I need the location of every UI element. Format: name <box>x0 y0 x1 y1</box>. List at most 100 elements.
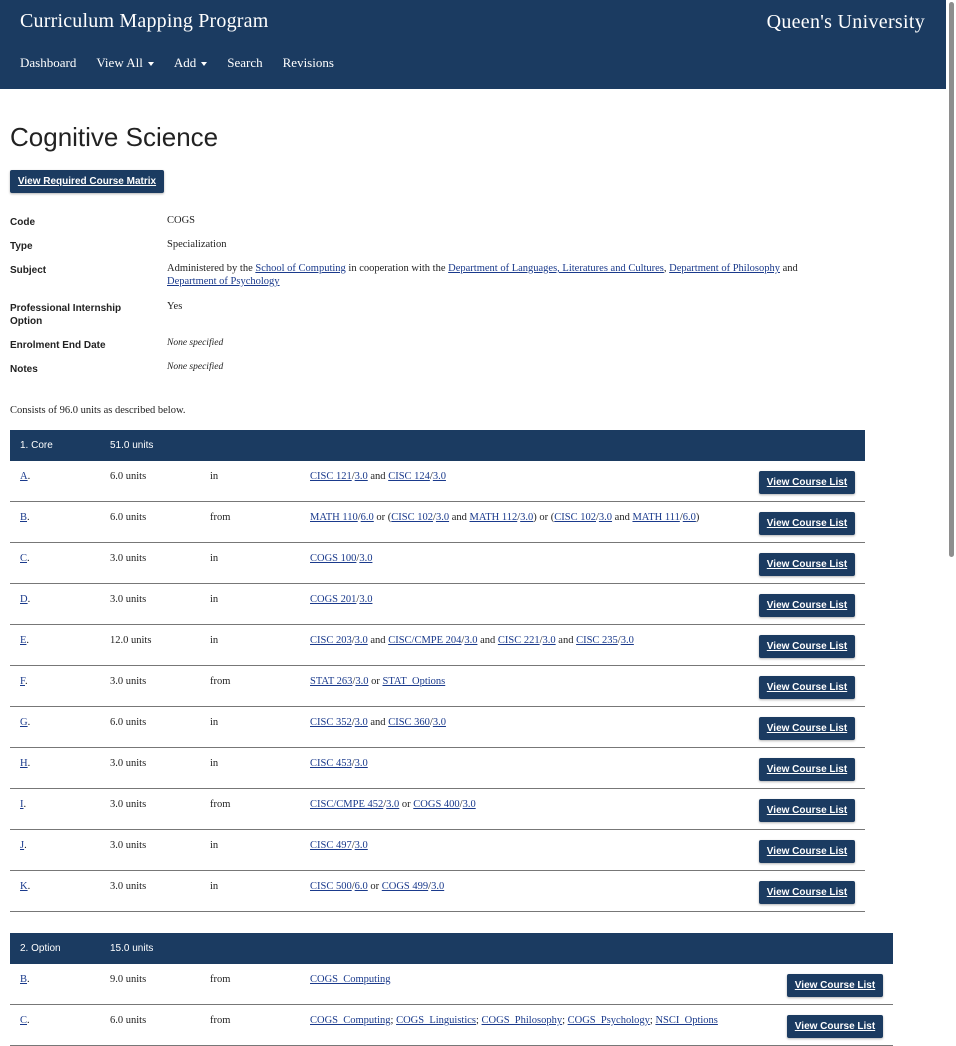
row-letter-link[interactable]: F <box>20 676 25 687</box>
view-course-list-button[interactable]: View Course List <box>759 881 855 904</box>
course-link[interactable]: CISC 121 <box>310 471 352 482</box>
view-course-list-button[interactable]: View Course List <box>787 974 883 997</box>
view-course-list-button[interactable]: View Course List <box>759 717 855 740</box>
course-link[interactable]: CISC 360 <box>388 717 430 728</box>
row-units: 12.0 units <box>110 635 152 646</box>
row-letter-link[interactable]: D <box>20 594 28 605</box>
course-units-link[interactable]: 3.0 <box>355 758 368 769</box>
view-course-list-button[interactable]: View Course List <box>759 594 855 617</box>
view-course-list-button[interactable]: View Course List <box>759 758 855 781</box>
row-letter-link[interactable]: J <box>20 840 24 851</box>
course-link[interactable]: CISC/CMPE 204 <box>388 635 461 646</box>
row-letter-link[interactable]: B <box>20 512 27 523</box>
course-option-link[interactable]: NSCI_Options <box>655 1015 717 1026</box>
course-units-link[interactable]: 3.0 <box>355 717 368 728</box>
course-link[interactable]: CISC/CMPE 452 <box>310 799 383 810</box>
row-letter-link[interactable]: C <box>20 1015 27 1026</box>
course-link[interactable]: CISC 203 <box>310 635 352 646</box>
group-number: 2. Option <box>20 943 61 954</box>
nav-view-all[interactable]: View All <box>96 55 154 71</box>
row-letter: B. <box>20 512 30 523</box>
row-letter-link[interactable]: A <box>20 471 28 482</box>
page-scrollbar[interactable] <box>946 0 956 1031</box>
dept-languages-link[interactable]: Department of Languages, Literatures and… <box>448 263 664 274</box>
course-units-link[interactable]: 3.0 <box>621 635 634 646</box>
school-of-computing-link[interactable]: School of Computing <box>255 263 345 274</box>
nav-label: Search <box>227 55 263 70</box>
view-required-course-matrix-button[interactable]: View Required Course Matrix <box>10 170 164 193</box>
course-link[interactable]: COGS 400 <box>413 799 459 810</box>
course-units-link[interactable]: 3.0 <box>543 635 556 646</box>
view-course-list-button[interactable]: View Course List <box>759 471 855 494</box>
course-option-link[interactable]: STAT_Options <box>382 676 445 687</box>
row-letter-link[interactable]: C <box>20 553 27 564</box>
nav-dashboard[interactable]: Dashboard <box>20 55 76 71</box>
course-units-link[interactable]: 3.0 <box>433 471 446 482</box>
row-letter-link[interactable]: B <box>20 974 27 985</box>
course-units-link[interactable]: 6.0 <box>683 512 696 523</box>
course-link[interactable]: CISC 221 <box>498 635 540 646</box>
course-units-link[interactable]: 3.0 <box>355 676 368 687</box>
row-letter-link[interactable]: G <box>20 717 28 728</box>
course-link[interactable]: CISC 124 <box>388 471 430 482</box>
course-units-link[interactable]: 3.0 <box>359 553 372 564</box>
course-option-link[interactable]: COGS_Psychology <box>568 1015 650 1026</box>
row-preposition: from <box>210 1015 231 1026</box>
course-link[interactable]: MATH 112 <box>469 512 517 523</box>
course-units-link[interactable]: 3.0 <box>355 471 368 482</box>
subject-value: Administered by the School of Computing … <box>167 262 910 302</box>
course-link[interactable]: CISC 352 <box>310 717 352 728</box>
nav-revisions[interactable]: Revisions <box>283 55 334 71</box>
course-link[interactable]: COGS 499 <box>382 881 428 892</box>
course-option-link[interactable]: COGS_Philosophy <box>482 1015 563 1026</box>
dept-psychology-link[interactable]: Department of Psychology <box>167 276 280 287</box>
view-course-list-button[interactable]: View Course List <box>759 840 855 863</box>
view-course-list-button[interactable]: View Course List <box>759 635 855 658</box>
course-units-link[interactable]: 3.0 <box>599 512 612 523</box>
course-link[interactable]: CISC 235 <box>576 635 618 646</box>
course-units-link[interactable]: 3.0 <box>463 799 476 810</box>
course-link[interactable]: COGS 201 <box>310 594 356 605</box>
course-units-link[interactable]: 3.0 <box>464 635 477 646</box>
requirement-row: B. 6.0 units from MATH 110/6.0 or (CISC 102… <box>10 502 865 543</box>
course-units-link[interactable]: 6.0 <box>355 881 368 892</box>
row-letter-link[interactable]: E <box>20 635 26 646</box>
nav-add[interactable]: Add <box>174 55 208 71</box>
nav-search[interactable]: Search <box>227 55 262 71</box>
course-link[interactable]: COGS 100 <box>310 553 356 564</box>
course-link[interactable]: CISC 497 <box>310 840 352 851</box>
course-link[interactable]: CISC 102 <box>554 512 596 523</box>
course-units-link[interactable]: 3.0 <box>355 635 368 646</box>
course-units-link[interactable]: 3.0 <box>436 512 449 523</box>
course-units-link[interactable]: 3.0 <box>386 799 399 810</box>
course-option-link[interactable]: COGS_Computing <box>310 1015 391 1026</box>
view-course-list-button[interactable]: View Course List <box>759 799 855 822</box>
course-units-link[interactable]: 3.0 <box>359 594 372 605</box>
course-option-link[interactable]: COGS_Linguistics <box>396 1015 476 1026</box>
course-units-link[interactable]: 3.0 <box>520 512 533 523</box>
course-link[interactable]: MATH 110 <box>310 512 358 523</box>
scrollbar-thumb[interactable] <box>949 2 954 557</box>
course-units-link[interactable]: 6.0 <box>361 512 374 523</box>
view-course-list-button[interactable]: View Course List <box>759 676 855 699</box>
course-units-link[interactable]: 3.0 <box>433 717 446 728</box>
view-course-list-button[interactable]: View Course List <box>759 553 855 576</box>
type-label: Type <box>10 241 33 252</box>
site-brand[interactable]: Curriculum Mapping Program <box>20 10 269 33</box>
view-course-list-button[interactable]: View Course List <box>759 512 855 535</box>
course-link[interactable]: STAT 263 <box>310 676 352 687</box>
course-link[interactable]: CISC 453 <box>310 758 352 769</box>
institution-logo[interactable]: Queen's University <box>767 11 925 34</box>
dept-philosophy-link[interactable]: Department of Philosophy <box>669 263 780 274</box>
course-units-link[interactable]: 3.0 <box>431 881 444 892</box>
row-preposition: from <box>210 512 231 523</box>
view-course-list-button[interactable]: View Course List <box>787 1015 883 1038</box>
row-letter-link[interactable]: I <box>20 799 24 810</box>
course-units-link[interactable]: 3.0 <box>355 840 368 851</box>
row-letter-link[interactable]: K <box>20 881 28 892</box>
course-link[interactable]: CISC 500 <box>310 881 352 892</box>
row-letter-link[interactable]: H <box>20 758 28 769</box>
course-link[interactable]: MATH 111 <box>632 512 679 523</box>
course-option-link[interactable]: COGS_Computing <box>310 974 391 985</box>
course-link[interactable]: CISC 102 <box>391 512 433 523</box>
